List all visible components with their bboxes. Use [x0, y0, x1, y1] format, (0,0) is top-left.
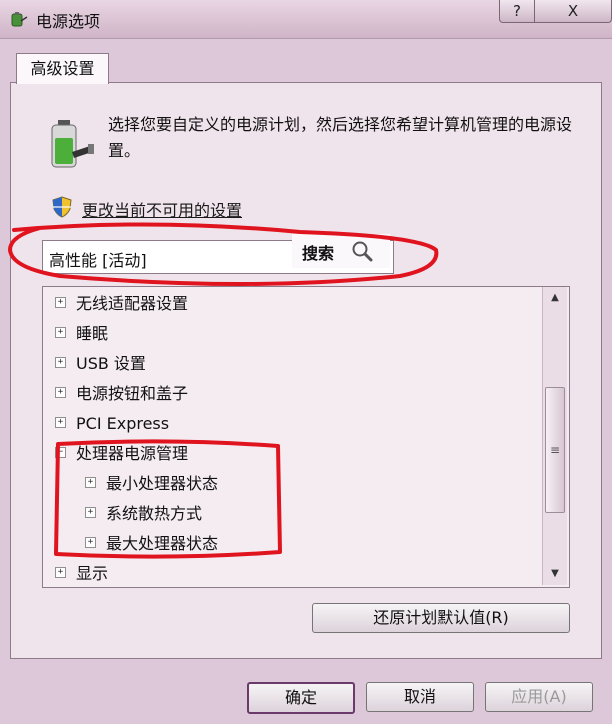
scroll-down-arrow-icon[interactable]: ▼: [543, 565, 567, 583]
battery-icon: [51, 120, 94, 168]
expand-plus-icon[interactable]: +: [55, 387, 66, 398]
tree-item-label: PCI Express: [76, 414, 170, 433]
help-button[interactable]: ?: [499, 0, 535, 23]
tree-item-max-processor-state[interactable]: + 最大处理器状态: [85, 529, 218, 559]
tree-item-sleep[interactable]: + 睡眠: [55, 319, 108, 349]
ok-button[interactable]: 确定: [247, 682, 355, 714]
power-plan-value: 高性能 [活动]: [49, 251, 147, 270]
expand-plus-icon[interactable]: +: [85, 477, 96, 488]
cancel-button[interactable]: 取消: [366, 682, 474, 712]
scroll-up-arrow-icon[interactable]: ▲: [543, 289, 567, 307]
tree-item-processor-power[interactable]: − 处理器电源管理: [55, 439, 188, 469]
expand-plus-icon[interactable]: +: [55, 327, 66, 338]
settings-tree: + 无线适配器设置 + 睡眠 + USB 设置 + 电源按钮和盖子 + PCI Expre…: [42, 286, 570, 588]
restore-defaults-button[interactable]: 还原计划默认值(R): [312, 603, 570, 633]
expand-plus-icon[interactable]: +: [55, 567, 66, 578]
tree-item-label: 电源按钮和盖子: [76, 384, 189, 403]
tree-item-cooling-policy[interactable]: + 系统散热方式: [85, 499, 202, 529]
collapse-minus-icon[interactable]: −: [55, 447, 66, 458]
expand-plus-icon[interactable]: +: [55, 357, 66, 368]
tree-item-label: 最小处理器状态: [106, 474, 219, 493]
tree-item-label: 睡眠: [76, 324, 109, 343]
tree-item-usb[interactable]: + USB 设置: [55, 349, 146, 379]
expand-plus-icon[interactable]: +: [85, 537, 96, 548]
tree-item-wireless-adapter[interactable]: + 无线适配器设置: [55, 289, 188, 319]
apply-button[interactable]: 应用(A): [485, 682, 593, 712]
tree-item-label: 无线适配器设置: [76, 294, 189, 313]
tree-item-label: 最大处理器状态: [106, 534, 219, 553]
tree-item-label: USB 设置: [76, 354, 146, 373]
expand-plus-icon[interactable]: +: [55, 417, 66, 428]
tree-item-display[interactable]: + 显示: [55, 559, 109, 587]
tree-scrollbar[interactable]: ▲ ≡ ▼: [542, 287, 567, 585]
uac-shield-icon: [52, 196, 72, 218]
tree-item-pci-express[interactable]: + PCI Express: [55, 409, 169, 439]
power-options-icon: [11, 12, 28, 27]
search-label: 搜索: [302, 244, 335, 263]
expand-plus-icon[interactable]: +: [85, 507, 96, 518]
tab-advanced-settings[interactable]: 高级设置: [16, 53, 109, 84]
window-title: 电源选项: [36, 12, 101, 31]
tree-item-power-buttons-lid[interactable]: + 电源按钮和盖子: [55, 379, 188, 409]
tree-item-label: 处理器电源管理: [76, 444, 189, 463]
tree-item-min-processor-state[interactable]: + 最小处理器状态: [85, 469, 218, 499]
scrollbar-thumb[interactable]: ≡: [545, 387, 565, 513]
search-button[interactable]: 搜索: [292, 234, 390, 268]
expand-plus-icon[interactable]: +: [55, 297, 66, 308]
tree-item-label: 系统散热方式: [106, 504, 203, 523]
change-unavailable-settings-link[interactable]: 更改当前不可用的设置: [82, 197, 242, 221]
title-bar: 电源选项 ? X: [0, 0, 612, 39]
description-text: 选择您要自定义的电源计划，然后选择您希望计算机管理的电源设置。: [108, 115, 573, 160]
tree-item-label: 显示: [76, 564, 109, 583]
magnifier-icon: [352, 241, 373, 262]
close-button[interactable]: X: [534, 0, 612, 23]
